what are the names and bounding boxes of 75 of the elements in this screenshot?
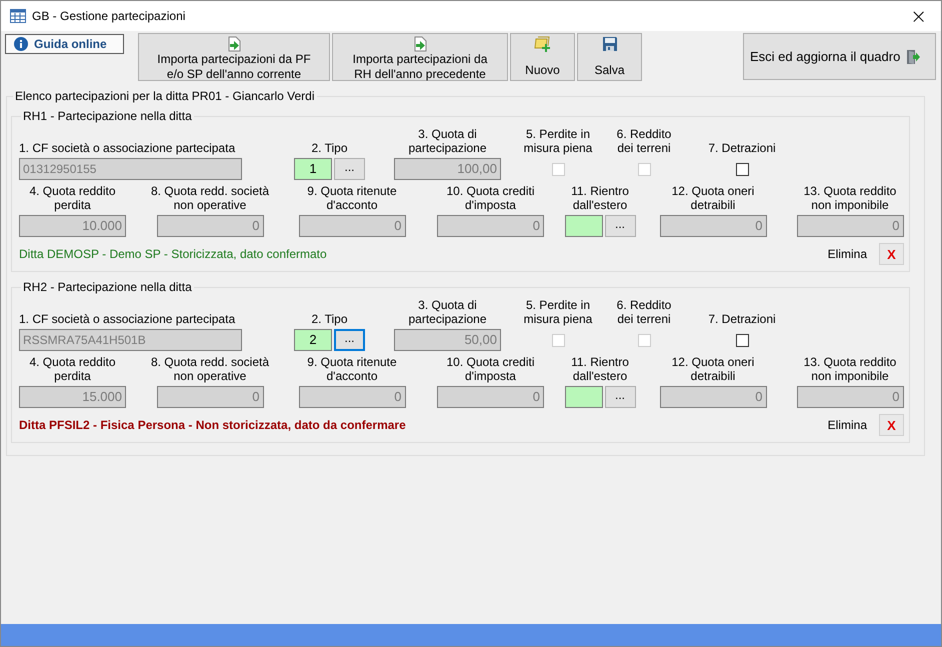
close-button[interactable]: × bbox=[900, 6, 937, 26]
input-field[interactable]: 1 bbox=[294, 158, 332, 180]
input-field[interactable]: RSSMRA75A41H501B bbox=[19, 329, 242, 351]
input-field[interactable] bbox=[564, 386, 602, 408]
input-field[interactable]: 0 bbox=[660, 386, 766, 408]
field-label: 5. Perdite in misura piena bbox=[522, 298, 594, 326]
input-field[interactable]: 0 bbox=[437, 215, 544, 237]
spreadsheet-icon bbox=[10, 9, 26, 23]
toolbar-button[interactable]: Importa partecipazioni da RH dell'anno precedente bbox=[332, 33, 508, 81]
toolbar-button[interactable]: Salva bbox=[577, 33, 642, 81]
record-title: RH2 - Partecipazione nella ditta bbox=[22, 280, 193, 294]
input-field[interactable] bbox=[564, 215, 602, 237]
input-field[interactable]: 15.000 bbox=[19, 386, 126, 408]
input-field[interactable]: 50,00 bbox=[394, 329, 501, 351]
delete-label: Elimina bbox=[828, 418, 867, 432]
input-field[interactable]: 0 bbox=[796, 386, 904, 408]
field-label: 12. Quota oneri detraibili bbox=[670, 355, 756, 383]
field-label: 4. Quota reddito perdita bbox=[28, 355, 117, 383]
checkbox[interactable] bbox=[736, 162, 748, 176]
field-label: 2. Tipo bbox=[311, 312, 348, 326]
field-label: 7. Detrazioni bbox=[708, 312, 776, 326]
field-label: 11. Rientro dall'estero bbox=[570, 184, 630, 212]
help-button[interactable]: Guida online bbox=[5, 34, 124, 54]
delete-button[interactable]: X bbox=[879, 243, 904, 265]
exit-button[interactable]: Esci ed aggiorna il quadro bbox=[743, 33, 936, 80]
field-label: 11. Rientro dall'estero bbox=[570, 355, 630, 383]
browse-button[interactable]: ... bbox=[604, 215, 636, 237]
field-label: 5. Perdite in misura piena bbox=[522, 127, 594, 155]
field-label: 3. Quota di partecipazione bbox=[407, 127, 488, 155]
field-label: 6. Reddito dei terreni bbox=[616, 127, 672, 155]
field-label: 13. Quota reddito non imponibile bbox=[802, 355, 898, 383]
delete-label: Elimina bbox=[828, 247, 867, 261]
field-label: 8. Quota redd. società non operative bbox=[150, 355, 270, 383]
field-label: 9. Quota ritenute d'acconto bbox=[306, 355, 398, 383]
input-field[interactable]: 0 bbox=[156, 215, 264, 237]
field-label: 10. Quota crediti d'imposta bbox=[445, 355, 536, 383]
field-label: 1. CF società o associazione partecipata bbox=[19, 141, 236, 155]
input-field[interactable]: 01312950155 bbox=[19, 158, 242, 180]
field-label: 7. Detrazioni bbox=[708, 141, 776, 155]
record-title: RH1 - Partecipazione nella ditta bbox=[22, 109, 193, 123]
info-icon bbox=[14, 37, 28, 51]
field-label: 9. Quota ritenute d'acconto bbox=[306, 184, 398, 212]
status-text: Ditta DEMOSP - Demo SP - Storicizzata, dato confermato bbox=[19, 247, 327, 261]
document-arrow-icon bbox=[227, 36, 241, 52]
browse-button[interactable]: ... bbox=[604, 386, 636, 408]
input-field[interactable]: 0 bbox=[298, 386, 406, 408]
status-text: Ditta PFSIL2 - Fisica Persona - Non storicizzata, dato da confermare bbox=[19, 418, 406, 432]
field-label: 8. Quota redd. società non operative bbox=[150, 184, 270, 212]
field-label: 1. CF società o associazione partecipata bbox=[19, 312, 236, 326]
input-field[interactable]: 0 bbox=[156, 386, 264, 408]
field-label: 3. Quota di partecipazione bbox=[407, 298, 488, 326]
input-field[interactable]: 0 bbox=[298, 215, 406, 237]
input-field[interactable]: 0 bbox=[660, 215, 766, 237]
input-field[interactable]: 0 bbox=[437, 386, 544, 408]
input-field[interactable]: 100,00 bbox=[394, 158, 501, 180]
toolbar-button[interactable]: Importa partecipazioni da PF e/o SP dell'anno corrente bbox=[138, 33, 330, 81]
field-label: 13. Quota reddito non imponibile bbox=[802, 184, 898, 212]
input-field[interactable]: 0 bbox=[796, 215, 904, 237]
document-arrow-icon bbox=[413, 36, 427, 52]
browse-button[interactable]: ... bbox=[334, 329, 365, 351]
door-arrow-icon bbox=[906, 48, 920, 64]
field-label: 12. Quota oneri detraibili bbox=[670, 184, 756, 212]
window-title: GB - Gestione partecipazioni bbox=[32, 9, 186, 23]
input-field[interactable]: 10.000 bbox=[19, 215, 126, 237]
input-field[interactable]: 2 bbox=[294, 329, 332, 351]
notes-plus-icon bbox=[534, 36, 552, 52]
list-title: Elenco partecipazioni per la ditta PR01 - Giancarlo Verdi bbox=[14, 89, 316, 103]
field-label: 2. Tipo bbox=[311, 141, 348, 155]
toolbar-button[interactable]: Nuovo bbox=[510, 33, 575, 81]
checkbox[interactable] bbox=[736, 334, 748, 346]
delete-button[interactable]: X bbox=[879, 414, 904, 436]
field-label: 4. Quota reddito perdita bbox=[28, 184, 117, 212]
field-label: 10. Quota crediti d'imposta bbox=[445, 184, 536, 212]
browse-button[interactable]: ... bbox=[334, 158, 365, 180]
field-label: 6. Reddito dei terreni bbox=[616, 298, 672, 326]
